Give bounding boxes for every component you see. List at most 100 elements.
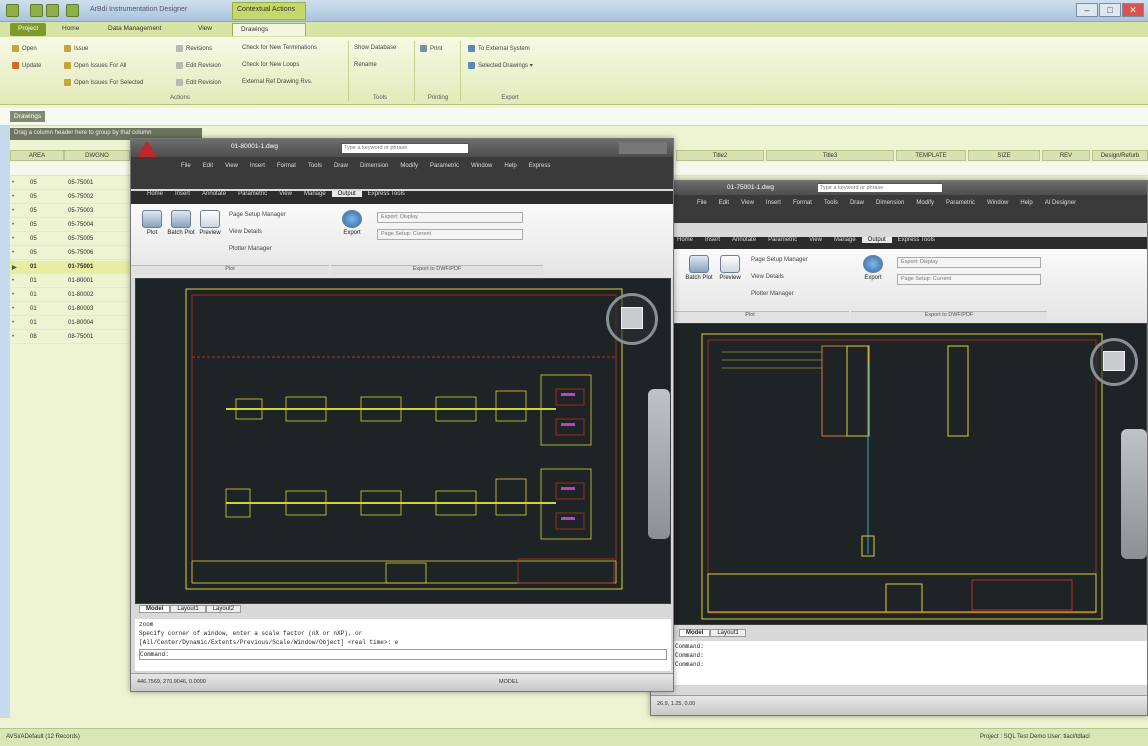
cad2-menu-item[interactable]: Tools <box>818 197 844 209</box>
cad2-tab-item[interactable]: Manage <box>828 237 862 243</box>
cad1-tab-item[interactable]: Manage <box>298 191 332 197</box>
cad2-tab-item[interactable]: Express Tools <box>892 237 941 243</box>
app-menu-icon[interactable] <box>6 4 19 17</box>
check-new-terminations-button[interactable]: Check for New Terminations <box>242 45 317 51</box>
table-row[interactable]: • 05 05-75006 <box>10 247 130 260</box>
cad1-plot-button[interactable]: Plot <box>139 210 165 236</box>
cad2-export-combo[interactable]: Export: Display <box>897 257 1041 268</box>
table-row[interactable]: • 01 01-80004 <box>10 317 130 330</box>
cad1-menu-item[interactable]: Tools <box>302 160 328 173</box>
check-new-loops-button[interactable]: Check for New Loops <box>242 62 299 68</box>
cad2-tab-item[interactable]: Home <box>671 237 699 243</box>
undo-icon[interactable] <box>46 4 59 17</box>
cad2-menu-item[interactable]: View <box>735 197 760 209</box>
table-row[interactable]: • 05 05-75004 <box>10 219 130 232</box>
revisions-button[interactable]: Revisions <box>176 45 212 52</box>
cad2-layout-item[interactable]: Layout1 <box>710 629 746 637</box>
cad2-menu-item[interactable]: Dimension <box>870 197 910 209</box>
cad2-menu-item[interactable]: Format <box>787 197 818 209</box>
maximize-button[interactable]: □ <box>1099 3 1121 17</box>
cad1-menu-item[interactable]: Modify <box>394 160 424 173</box>
update-button[interactable]: Update <box>12 62 41 69</box>
column-size[interactable]: SIZE <box>968 150 1040 161</box>
column-rev[interactable]: REV <box>1042 150 1090 161</box>
cad1-plotter-manager-button[interactable]: Plotter Manager <box>229 246 272 252</box>
cad2-batch-plot-button[interactable]: Batch Plot <box>685 255 713 281</box>
cad2-page-setup-combo[interactable]: Page Setup: Current <box>897 274 1041 285</box>
cad2-page-setup-button[interactable]: Page Setup Manager <box>751 257 808 263</box>
cad1-tab-item[interactable]: Annotate <box>196 191 232 197</box>
cad1-command-input[interactable]: Command: <box>139 649 667 660</box>
tab-project[interactable]: Project <box>10 23 47 36</box>
cad1-tab-item[interactable]: Insert <box>169 191 196 197</box>
cad2-menu-item[interactable]: Modify <box>910 197 940 209</box>
table-row[interactable]: • 05 05-75005 <box>10 233 130 246</box>
cad1-menu-item[interactable]: Format <box>271 160 302 173</box>
cad1-preview-button[interactable]: Preview <box>195 210 225 236</box>
open-button[interactable]: Open <box>12 45 37 52</box>
drawings-tab[interactable]: Drawings <box>10 111 46 122</box>
open-issues-selected-button[interactable]: Open Issues For Selected <box>64 79 143 86</box>
cad1-search-input[interactable]: Type a keyword or phrase <box>341 143 469 154</box>
cad2-menu-item[interactable]: Parametric <box>940 197 981 209</box>
cad2-menu-item[interactable]: AI Designer <box>1039 197 1082 209</box>
cad1-menu-item[interactable]: Window <box>465 160 498 173</box>
column-title2[interactable]: Title2 <box>676 150 764 161</box>
cad1-tab-item[interactable]: Output <box>331 191 362 197</box>
autocad-logo-icon[interactable] <box>137 141 157 157</box>
column-dwgno[interactable]: DWGNO <box>64 150 130 161</box>
print-button[interactable]: Print <box>420 45 442 52</box>
cad1-tab-item[interactable]: Home <box>141 191 169 197</box>
cad1-page-setup-button[interactable]: Page Setup Manager <box>229 212 286 218</box>
edit-revision-button-2[interactable]: Edit Revision <box>176 79 221 86</box>
column-title3[interactable]: Title3 <box>766 150 894 161</box>
table-row[interactable]: • 05 05-75001 <box>10 177 130 190</box>
cad2-search-input[interactable]: Type a keyword or phrase <box>817 183 943 193</box>
tab-data-management[interactable]: Data Management <box>100 23 169 36</box>
cad1-layout-item[interactable]: Layout2 <box>205 605 242 613</box>
cad1-command-line[interactable]: zoom Specify corner of window, enter a s… <box>135 619 671 671</box>
close-button[interactable]: ✕ <box>1122 3 1144 17</box>
cad1-menu-item[interactable]: File <box>175 160 197 173</box>
cad1-menu-item[interactable]: Help <box>498 160 522 173</box>
cad1-menu-item[interactable]: Dimension <box>354 160 394 173</box>
cad2-export-button[interactable]: Export <box>857 255 889 281</box>
quick-access-icon[interactable] <box>66 4 79 17</box>
column-template[interactable]: TEMPLATE <box>896 150 966 161</box>
cad1-layout-item[interactable]: Layout1 <box>170 605 206 613</box>
cad2-tab-item[interactable]: Parametric <box>762 237 803 243</box>
cad2-drawing-area[interactable] <box>671 323 1147 625</box>
cad2-menu-item[interactable]: Draw <box>844 197 870 209</box>
table-row[interactable]: • 05 05-75003 <box>10 205 130 218</box>
table-row[interactable]: • 05 05-75002 <box>10 191 130 204</box>
cad1-tab-item[interactable]: Parametric <box>232 191 273 197</box>
to-external-system-button[interactable]: To External System <box>468 45 530 52</box>
cad2-command-line[interactable]: Command: Command: Command: <box>671 641 1147 685</box>
external-ref-button[interactable]: External Ref Drawing Rvs. <box>242 79 312 85</box>
cad1-export-button[interactable]: Export <box>337 210 367 236</box>
tab-drawings[interactable]: Drawings <box>232 23 306 36</box>
selected-drawings-dropdown[interactable]: Selected Drawings ▾ <box>468 62 533 69</box>
cad1-export-combo[interactable]: Export: Display <box>377 212 523 223</box>
rename-button[interactable]: Rename <box>354 62 377 68</box>
cad1-menu-item[interactable]: Edit <box>197 160 219 173</box>
cad1-menu-item[interactable]: Insert <box>244 160 271 173</box>
table-row[interactable]: ▶ 01 01-75001 <box>10 261 130 274</box>
minimize-button[interactable]: – <box>1076 3 1098 17</box>
cad2-menu-item[interactable]: Help <box>1014 197 1038 209</box>
column-design-refurb[interactable]: Design/Refurb <box>1092 150 1148 161</box>
cad1-model-toggle[interactable]: MODEL <box>499 679 519 685</box>
table-row[interactable]: • 01 01-80001 <box>10 275 130 288</box>
cad2-tab-item[interactable]: Insert <box>699 237 726 243</box>
cad2-tab-item[interactable]: Annotate <box>726 237 762 243</box>
table-row[interactable]: • 01 01-80002 <box>10 289 130 302</box>
cad2-layout-item[interactable]: Model <box>679 629 711 637</box>
cad2-preview-button[interactable]: Preview <box>715 255 745 281</box>
table-row[interactable]: • 01 01-80003 <box>10 303 130 316</box>
cad2-menu-item[interactable]: Window <box>981 197 1014 209</box>
cad1-tab-item[interactable]: Express Tools <box>362 191 411 197</box>
cad1-drawing-area[interactable] <box>135 278 671 604</box>
cad2-tab-item[interactable]: View <box>803 237 828 243</box>
save-icon[interactable] <box>30 4 43 17</box>
cad2-menu-item[interactable]: Edit <box>713 197 735 209</box>
